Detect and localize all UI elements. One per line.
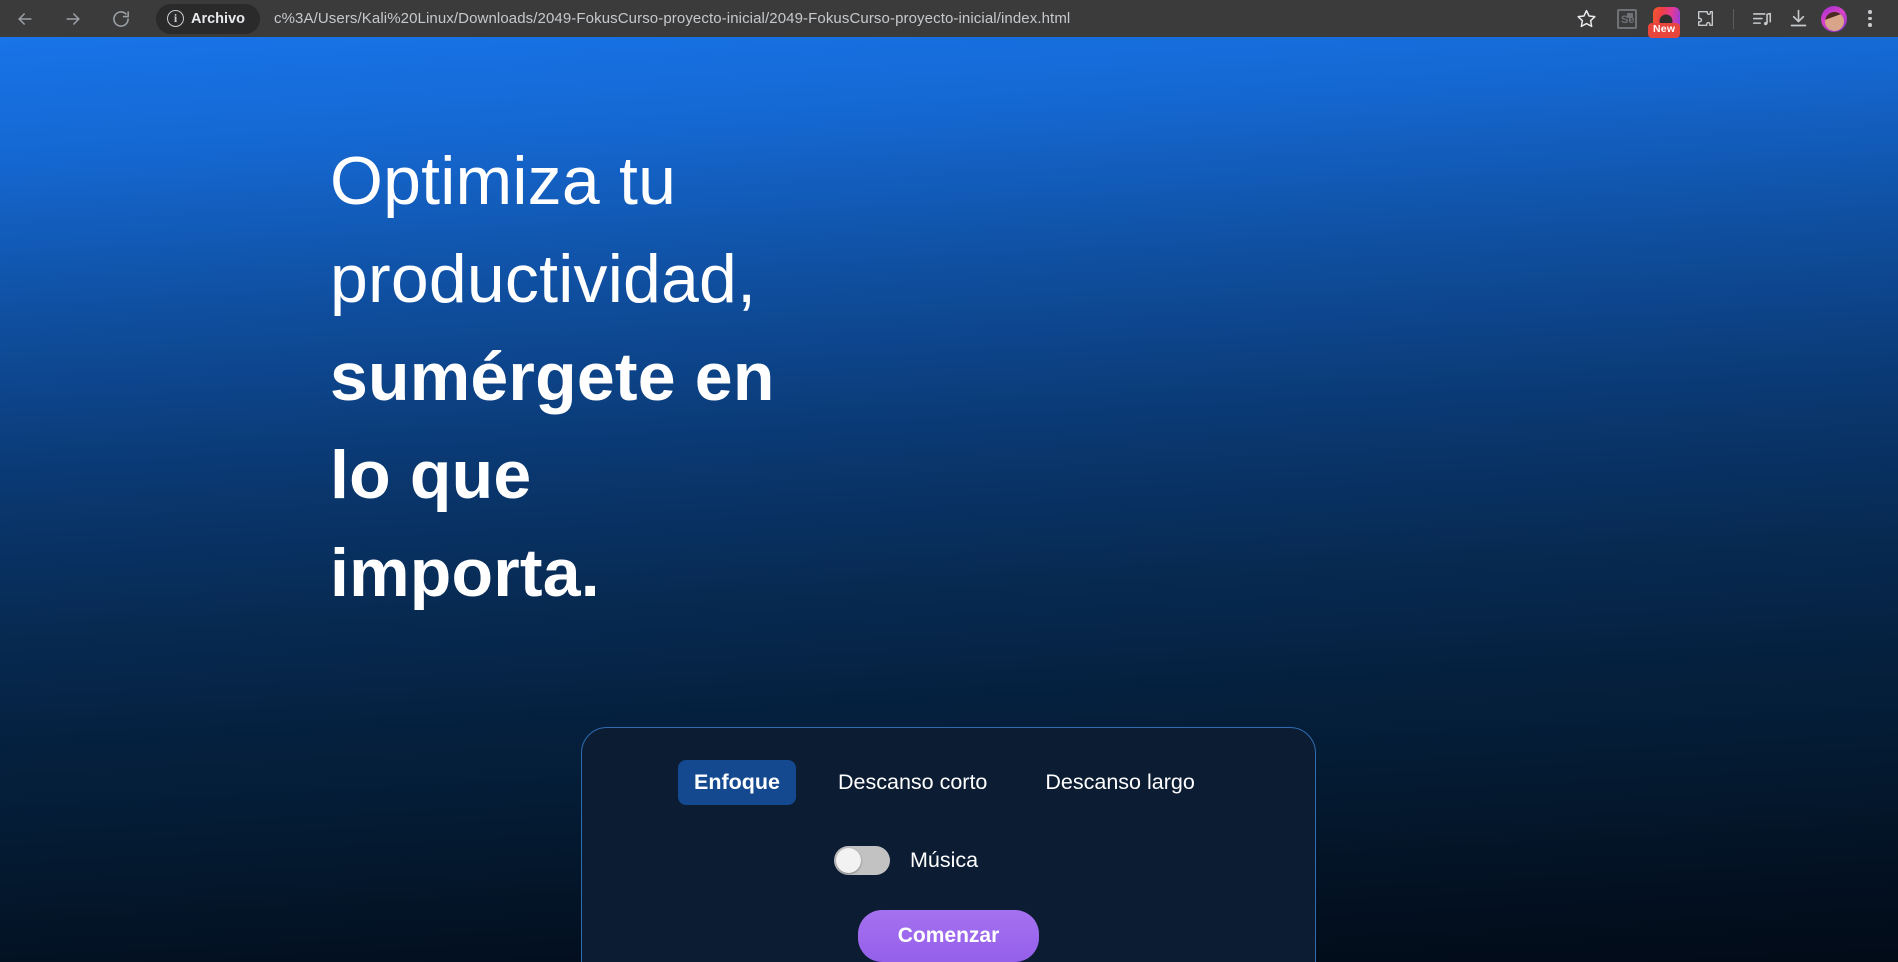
scheme-chip[interactable]: i Archivo	[156, 3, 260, 34]
page-viewport: Optimiza tu productividad, sumérgete en …	[0, 37, 1898, 962]
selenium-extension-icon[interactable]: Se	[1609, 2, 1645, 36]
browser-toolbar: i Archivo c%3A/Users/Kali%20Linux/Downlo…	[0, 0, 1898, 38]
info-icon: i	[167, 10, 184, 27]
scheme-chip-label: Archivo	[191, 10, 245, 27]
hero-line-1: Optimiza tu	[330, 143, 677, 219]
music-toggle-row: Música	[582, 846, 1315, 875]
bookmark-star-icon[interactable]	[1563, 2, 1609, 36]
back-arrow-icon[interactable]	[8, 2, 42, 36]
hero-line-3: sumérgete en	[330, 339, 775, 415]
chrome-menu-icon[interactable]	[1852, 2, 1888, 36]
address-bar[interactable]: i Archivo c%3A/Users/Kali%20Linux/Downlo…	[156, 3, 1563, 35]
hero-line-5: importa.	[330, 535, 600, 611]
url-text: c%3A/Users/Kali%20Linux/Downloads/2049-F…	[274, 10, 1071, 27]
toolbar-divider	[1733, 8, 1734, 29]
hero-line-4: lo que	[330, 437, 532, 513]
hero-line-2: productividad,	[330, 241, 757, 317]
forward-arrow-icon[interactable]	[56, 2, 90, 36]
profile-avatar[interactable]	[1816, 2, 1852, 36]
tab-enfoque[interactable]: Enfoque	[678, 760, 796, 805]
music-toggle-label: Música	[910, 848, 979, 872]
toolbar-icon-group: Se New	[1563, 2, 1898, 38]
hero-section: Optimiza tu productividad, sumérgete en …	[330, 132, 950, 622]
toggle-knob	[836, 848, 861, 873]
timer-card: Enfoque Descanso corto Descanso largo Mú…	[581, 727, 1316, 962]
downloads-icon[interactable]	[1780, 2, 1816, 36]
extensions-puzzle-icon[interactable]	[1687, 2, 1723, 36]
new-badge: New	[1648, 23, 1681, 38]
tab-descanso-largo[interactable]: Descanso largo	[1029, 760, 1210, 805]
tab-descanso-corto[interactable]: Descanso corto	[822, 760, 1003, 805]
start-button[interactable]: Comenzar	[857, 910, 1040, 962]
media-playlist-icon[interactable]	[1744, 2, 1780, 36]
app-extension-icon[interactable]: New	[1645, 2, 1687, 38]
timer-tabs: Enfoque Descanso corto Descanso largo	[582, 760, 1315, 805]
reload-icon[interactable]	[104, 2, 138, 36]
music-toggle-switch[interactable]	[834, 846, 890, 875]
page-title: Optimiza tu productividad, sumérgete en …	[330, 132, 950, 622]
